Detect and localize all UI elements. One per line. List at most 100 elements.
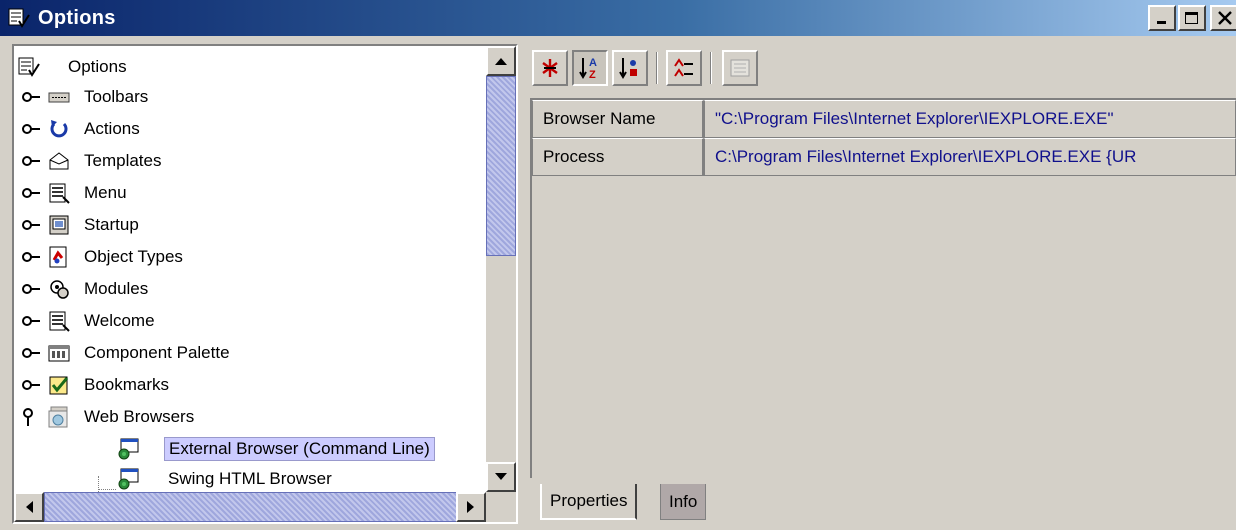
property-row-browser-name[interactable]: Browser Name "C:\Program Files\Internet … [532,100,1236,138]
tree-item-label: Swing HTML Browser [168,469,332,488]
refresh-icon [48,118,70,140]
web-browsers-icon [48,406,70,428]
tab-info[interactable]: Info [660,484,707,520]
expand-handle-icon[interactable] [22,279,42,299]
show-editable-button[interactable] [666,50,702,86]
tree-item-external-browser[interactable]: External Browser (Command Line) [118,434,435,464]
property-toolbar: AZ [526,44,1236,94]
collapse-handle-icon[interactable] [22,407,42,427]
customize-button [722,50,758,86]
tree-item-label: Templates [84,151,162,170]
toolbar-separator [656,52,658,84]
tree-item-toolbars[interactable]: Toolbars [22,82,152,112]
modules-icon [48,278,70,300]
property-tabs: Properties Info [530,478,1236,530]
sort-type-icon [619,58,637,79]
customize-icon [730,59,750,77]
tree-item-menu[interactable]: Menu [22,178,131,208]
options-tree[interactable]: Options Toolbars Actions Templates Menu … [14,46,486,492]
object-types-icon [48,246,70,268]
svg-text:Z: Z [589,69,596,80]
tree-item-web-browsers[interactable]: Web Browsers [22,402,198,432]
tree-item-object-types[interactable]: Object Types [22,242,187,272]
tree-item-label: Object Types [84,247,183,266]
tree-item-startup[interactable]: Startup [22,210,143,240]
title-bar[interactable]: Options [0,0,1236,36]
minimize-button[interactable] [1148,5,1176,31]
unsorted-button[interactable] [532,50,568,86]
property-name: Process [532,138,704,176]
tree-item-label: Welcome [84,311,155,330]
expand-handle-icon[interactable] [22,87,42,107]
maximize-icon [1185,12,1198,24]
svg-text:A: A [589,57,597,69]
sort-by-name-button[interactable]: AZ [572,50,608,86]
scroll-right-button[interactable] [456,492,486,522]
expand-handle-icon[interactable] [22,343,42,363]
expand-handle-icon[interactable] [22,183,42,203]
tree-item-label: Component Palette [84,343,230,362]
tree-root-options[interactable]: Options [18,52,131,82]
toolbar-icon [48,86,70,108]
vertical-scroll-thumb[interactable] [486,76,516,256]
minimize-icon [1157,21,1166,24]
arrow-left-icon [26,501,33,513]
horizontal-scroll-thumb[interactable] [44,492,460,522]
property-value-field[interactable]: C:\Program Files\Internet Explorer\IEXPL… [704,138,1236,176]
tree-item-bookmarks[interactable]: Bookmarks [22,370,173,400]
tree-item-component-palette[interactable]: Component Palette [22,338,234,368]
property-value-field[interactable]: "C:\Program Files\Internet Explorer\IEXP… [704,100,1236,138]
property-name: Browser Name [532,100,704,138]
tree-horizontal-scrollbar[interactable] [14,492,486,522]
arrow-up-icon [495,58,507,65]
expand-handle-icon[interactable] [22,151,42,171]
options-icon [18,56,40,78]
toolbar-separator [710,52,712,84]
tree-vertical-scrollbar[interactable] [486,46,516,492]
tree-item-swing-html-browser[interactable]: Swing HTML Browser [118,464,336,492]
tree-item-label: Bookmarks [84,375,170,394]
tree-item-label: Modules [84,279,149,298]
tree-item-label: External Browser (Command Line) [164,437,435,461]
startup-icon [48,214,70,236]
scroll-left-button[interactable] [14,492,44,522]
arrow-down-icon [495,473,507,480]
tree-item-label: Menu [84,183,127,202]
scroll-down-button[interactable] [486,462,516,492]
tree-connector [98,489,116,490]
welcome-icon [48,310,70,332]
close-icon [1218,11,1232,25]
sort-az-icon: AZ [579,57,597,80]
editable-icon [674,58,693,77]
browser-icon [118,438,140,460]
palette-icon [48,342,70,364]
tree-item-label: Actions [84,119,140,138]
maximize-button[interactable] [1178,5,1206,31]
tree-item-label: Toolbars [84,87,149,106]
close-button[interactable] [1210,5,1236,31]
tab-properties[interactable]: Properties [540,484,638,520]
expand-handle-icon[interactable] [22,375,42,395]
scrollbar-corner [486,492,516,522]
arrow-right-icon [467,501,474,513]
options-tree-panel: Options Toolbars Actions Templates Menu … [12,44,518,524]
expand-handle-icon[interactable] [22,311,42,331]
expand-handle-icon[interactable] [22,247,42,267]
expand-handle-icon[interactable] [22,119,42,139]
tree-item-label: Web Browsers [84,407,195,426]
tree-item-welcome[interactable]: Welcome [22,306,159,336]
tree-item-actions[interactable]: Actions [22,114,144,144]
tree-item-templates[interactable]: Templates [22,146,165,176]
tree-item-label: Options [68,57,127,76]
property-sheet-panel: AZ Browser Name "C:\Program Files\Intern… [526,44,1236,530]
bookmarks-icon [48,374,70,396]
scroll-up-button[interactable] [486,46,516,76]
property-row-process[interactable]: Process C:\Program Files\Internet Explor… [532,138,1236,176]
browser-icon [118,468,140,490]
tree-item-modules[interactable]: Modules [22,274,152,304]
sort-by-type-button[interactable] [612,50,648,86]
options-window: Options Options Toolbars Actions Templat… [0,0,1236,530]
expand-handle-icon[interactable] [22,215,42,235]
property-table: Browser Name "C:\Program Files\Internet … [530,98,1236,478]
tree-item-label: Startup [84,215,139,234]
